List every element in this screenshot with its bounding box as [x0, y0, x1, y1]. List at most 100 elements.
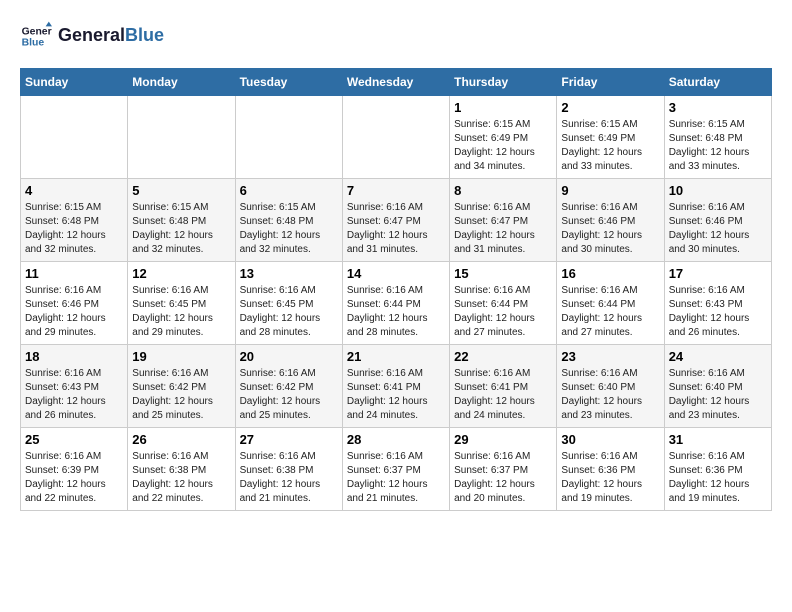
- sunset: Sunset: 6:45 PM: [132, 299, 206, 310]
- day-info: Sunrise: 6:15 AM Sunset: 6:48 PM Dayligh…: [132, 201, 230, 257]
- daylight: Daylight: 12 hours and 24 minutes.: [454, 396, 535, 421]
- weekday-header-thursday: Thursday: [450, 69, 557, 96]
- daylight: Daylight: 12 hours and 23 minutes.: [561, 396, 642, 421]
- calendar-cell: 12 Sunrise: 6:16 AM Sunset: 6:45 PM Dayl…: [128, 262, 235, 345]
- sunrise: Sunrise: 6:16 AM: [25, 451, 101, 462]
- calendar-cell: 13 Sunrise: 6:16 AM Sunset: 6:45 PM Dayl…: [235, 262, 342, 345]
- sunset: Sunset: 6:42 PM: [240, 382, 314, 393]
- daylight: Daylight: 12 hours and 32 minutes.: [132, 230, 213, 255]
- calendar-cell: 20 Sunrise: 6:16 AM Sunset: 6:42 PM Dayl…: [235, 345, 342, 428]
- sunset: Sunset: 6:48 PM: [240, 216, 314, 227]
- day-info: Sunrise: 6:16 AM Sunset: 6:40 PM Dayligh…: [669, 367, 767, 423]
- sunset: Sunset: 6:44 PM: [454, 299, 528, 310]
- sunrise: Sunrise: 6:16 AM: [240, 451, 316, 462]
- sunrise: Sunrise: 6:16 AM: [347, 202, 423, 213]
- sunset: Sunset: 6:44 PM: [561, 299, 635, 310]
- calendar-week-1: 1 Sunrise: 6:15 AM Sunset: 6:49 PM Dayli…: [21, 96, 772, 179]
- sunrise: Sunrise: 6:15 AM: [132, 202, 208, 213]
- sunset: Sunset: 6:46 PM: [25, 299, 99, 310]
- day-info: Sunrise: 6:16 AM Sunset: 6:38 PM Dayligh…: [132, 450, 230, 506]
- day-number: 18: [25, 349, 123, 364]
- day-info: Sunrise: 6:16 AM Sunset: 6:40 PM Dayligh…: [561, 367, 659, 423]
- day-number: 16: [561, 266, 659, 281]
- daylight: Daylight: 12 hours and 25 minutes.: [240, 396, 321, 421]
- day-number: 8: [454, 183, 552, 198]
- calendar-cell: 25 Sunrise: 6:16 AM Sunset: 6:39 PM Dayl…: [21, 428, 128, 511]
- sunset: Sunset: 6:36 PM: [669, 465, 743, 476]
- day-info: Sunrise: 6:16 AM Sunset: 6:36 PM Dayligh…: [561, 450, 659, 506]
- sunrise: Sunrise: 6:15 AM: [669, 119, 745, 130]
- day-number: 17: [669, 266, 767, 281]
- day-info: Sunrise: 6:16 AM Sunset: 6:47 PM Dayligh…: [347, 201, 445, 257]
- calendar-week-3: 11 Sunrise: 6:16 AM Sunset: 6:46 PM Dayl…: [21, 262, 772, 345]
- sunrise: Sunrise: 6:15 AM: [454, 119, 530, 130]
- calendar-cell: 4 Sunrise: 6:15 AM Sunset: 6:48 PM Dayli…: [21, 179, 128, 262]
- calendar-cell: 28 Sunrise: 6:16 AM Sunset: 6:37 PM Dayl…: [342, 428, 449, 511]
- calendar-cell: [235, 96, 342, 179]
- sunrise: Sunrise: 6:16 AM: [454, 451, 530, 462]
- daylight: Daylight: 12 hours and 24 minutes.: [347, 396, 428, 421]
- daylight: Daylight: 12 hours and 28 minutes.: [240, 313, 321, 338]
- sunset: Sunset: 6:48 PM: [669, 133, 743, 144]
- calendar-cell: 17 Sunrise: 6:16 AM Sunset: 6:43 PM Dayl…: [664, 262, 771, 345]
- day-info: Sunrise: 6:16 AM Sunset: 6:37 PM Dayligh…: [454, 450, 552, 506]
- day-info: Sunrise: 6:16 AM Sunset: 6:46 PM Dayligh…: [561, 201, 659, 257]
- daylight: Daylight: 12 hours and 26 minutes.: [25, 396, 106, 421]
- calendar-cell: 19 Sunrise: 6:16 AM Sunset: 6:42 PM Dayl…: [128, 345, 235, 428]
- day-number: 13: [240, 266, 338, 281]
- calendar-cell: [342, 96, 449, 179]
- day-info: Sunrise: 6:16 AM Sunset: 6:44 PM Dayligh…: [561, 284, 659, 340]
- day-info: Sunrise: 6:16 AM Sunset: 6:39 PM Dayligh…: [25, 450, 123, 506]
- calendar-cell: 6 Sunrise: 6:15 AM Sunset: 6:48 PM Dayli…: [235, 179, 342, 262]
- day-number: 5: [132, 183, 230, 198]
- calendar-cell: 23 Sunrise: 6:16 AM Sunset: 6:40 PM Dayl…: [557, 345, 664, 428]
- sunrise: Sunrise: 6:15 AM: [240, 202, 316, 213]
- page-header: General Blue GeneralBlue: [20, 20, 772, 52]
- sunrise: Sunrise: 6:16 AM: [347, 451, 423, 462]
- calendar-cell: 30 Sunrise: 6:16 AM Sunset: 6:36 PM Dayl…: [557, 428, 664, 511]
- daylight: Daylight: 12 hours and 30 minutes.: [669, 230, 750, 255]
- sunset: Sunset: 6:49 PM: [561, 133, 635, 144]
- daylight: Daylight: 12 hours and 22 minutes.: [132, 479, 213, 504]
- calendar-week-5: 25 Sunrise: 6:16 AM Sunset: 6:39 PM Dayl…: [21, 428, 772, 511]
- daylight: Daylight: 12 hours and 31 minutes.: [347, 230, 428, 255]
- day-info: Sunrise: 6:15 AM Sunset: 6:49 PM Dayligh…: [454, 118, 552, 174]
- daylight: Daylight: 12 hours and 34 minutes.: [454, 147, 535, 172]
- sunrise: Sunrise: 6:16 AM: [561, 202, 637, 213]
- sunset: Sunset: 6:36 PM: [561, 465, 635, 476]
- day-number: 7: [347, 183, 445, 198]
- calendar-cell: 31 Sunrise: 6:16 AM Sunset: 6:36 PM Dayl…: [664, 428, 771, 511]
- daylight: Daylight: 12 hours and 31 minutes.: [454, 230, 535, 255]
- calendar-cell: 3 Sunrise: 6:15 AM Sunset: 6:48 PM Dayli…: [664, 96, 771, 179]
- sunrise: Sunrise: 6:16 AM: [240, 285, 316, 296]
- logo-text-line1: GeneralBlue: [58, 26, 164, 46]
- sunset: Sunset: 6:39 PM: [25, 465, 99, 476]
- daylight: Daylight: 12 hours and 20 minutes.: [454, 479, 535, 504]
- day-number: 3: [669, 100, 767, 115]
- sunrise: Sunrise: 6:16 AM: [132, 368, 208, 379]
- daylight: Daylight: 12 hours and 25 minutes.: [132, 396, 213, 421]
- day-info: Sunrise: 6:16 AM Sunset: 6:37 PM Dayligh…: [347, 450, 445, 506]
- day-info: Sunrise: 6:16 AM Sunset: 6:45 PM Dayligh…: [240, 284, 338, 340]
- logo-icon: General Blue: [20, 20, 52, 52]
- day-number: 14: [347, 266, 445, 281]
- daylight: Daylight: 12 hours and 27 minutes.: [561, 313, 642, 338]
- daylight: Daylight: 12 hours and 21 minutes.: [240, 479, 321, 504]
- daylight: Daylight: 12 hours and 33 minutes.: [669, 147, 750, 172]
- calendar-cell: 22 Sunrise: 6:16 AM Sunset: 6:41 PM Dayl…: [450, 345, 557, 428]
- day-number: 9: [561, 183, 659, 198]
- day-info: Sunrise: 6:16 AM Sunset: 6:44 PM Dayligh…: [454, 284, 552, 340]
- calendar-cell: 21 Sunrise: 6:16 AM Sunset: 6:41 PM Dayl…: [342, 345, 449, 428]
- calendar-table: SundayMondayTuesdayWednesdayThursdayFrid…: [20, 68, 772, 511]
- day-number: 31: [669, 432, 767, 447]
- sunset: Sunset: 6:46 PM: [669, 216, 743, 227]
- sunrise: Sunrise: 6:16 AM: [669, 202, 745, 213]
- sunrise: Sunrise: 6:16 AM: [669, 368, 745, 379]
- sunset: Sunset: 6:44 PM: [347, 299, 421, 310]
- daylight: Daylight: 12 hours and 32 minutes.: [240, 230, 321, 255]
- sunrise: Sunrise: 6:16 AM: [240, 368, 316, 379]
- day-info: Sunrise: 6:16 AM Sunset: 6:46 PM Dayligh…: [25, 284, 123, 340]
- sunrise: Sunrise: 6:16 AM: [347, 285, 423, 296]
- sunset: Sunset: 6:43 PM: [25, 382, 99, 393]
- daylight: Daylight: 12 hours and 21 minutes.: [347, 479, 428, 504]
